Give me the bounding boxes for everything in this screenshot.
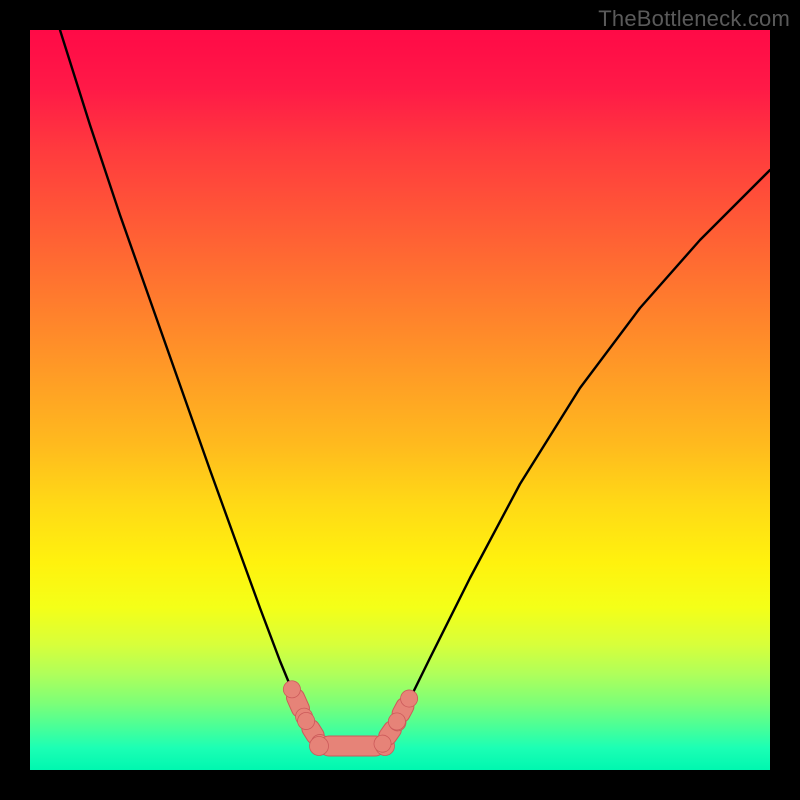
- curve-lines: [60, 30, 770, 746]
- plot-area: [30, 30, 770, 770]
- watermark-text: TheBottleneck.com: [598, 6, 790, 32]
- chart-frame: TheBottleneck.com: [0, 0, 800, 800]
- curve-markers: [280, 678, 421, 756]
- curve-layer: [30, 30, 770, 770]
